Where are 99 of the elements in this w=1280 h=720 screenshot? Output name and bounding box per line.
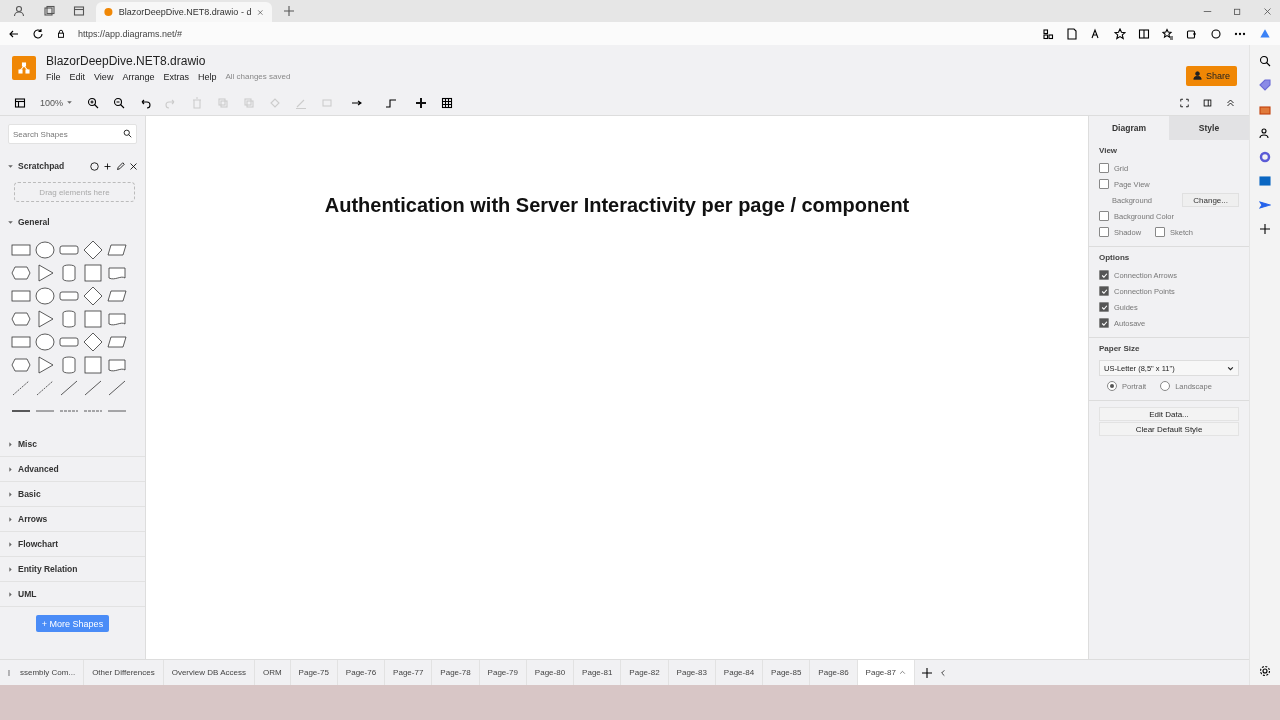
settings-icon[interactable]: [1259, 665, 1271, 677]
profile-icon[interactable]: [13, 5, 25, 17]
close-icon[interactable]: [129, 161, 138, 171]
section-header[interactable]: Arrows: [0, 507, 145, 532]
zoom-in-icon[interactable]: [87, 96, 100, 109]
section-title: Options: [1099, 253, 1131, 262]
checkbox[interactable]: [1099, 318, 1109, 328]
star-icon[interactable]: [1114, 27, 1126, 40]
caret-up-icon: [898, 669, 906, 676]
new-tab-icon[interactable]: [283, 5, 295, 17]
shape-icon[interactable]: [34, 331, 56, 353]
panel-tab[interactable]: Style: [1169, 116, 1249, 140]
menu-item[interactable]: Extras: [163, 71, 189, 82]
menu-item[interactable]: View: [94, 71, 114, 82]
format-panel-icon[interactable]: [1203, 96, 1212, 109]
search-icon[interactable]: [1259, 55, 1271, 67]
panel-button[interactable]: Edit Data...: [1099, 407, 1239, 421]
share-button[interactable]: Share: [1185, 65, 1237, 86]
people-icon[interactable]: [1259, 127, 1271, 139]
section-header[interactable]: Flowchart: [0, 532, 145, 557]
change-button[interactable]: Change...: [1182, 193, 1239, 207]
circle-logo-icon[interactable]: [1259, 151, 1271, 163]
caret-right-icon: [7, 440, 14, 448]
shape-icon[interactable]: [82, 285, 104, 307]
collections-icon[interactable]: [1186, 27, 1198, 40]
caret-right-icon: [7, 465, 14, 473]
caret-down-icon: [7, 218, 14, 226]
caret-right-icon: [7, 590, 14, 598]
shape-icon[interactable]: [82, 331, 104, 353]
checkbox[interactable]: [1099, 163, 1109, 173]
tag-icon[interactable]: [1259, 79, 1271, 91]
caret-right-icon: [7, 515, 14, 523]
file-title[interactable]: BlazorDeepDive.NET8.drawio: [46, 53, 291, 68]
zoom-dropdown[interactable]: 100%: [40, 97, 74, 108]
diagram-logo-icon: [104, 6, 113, 18]
address-field[interactable]: https://app.diagrams.net/#: [78, 28, 183, 39]
section-header[interactable]: Basic: [0, 482, 145, 507]
section-header[interactable]: UML: [0, 582, 145, 607]
zoom-out-icon[interactable]: [113, 96, 126, 109]
split-screen-icon[interactable]: [1138, 27, 1150, 40]
fullscreen-icon[interactable]: [1180, 96, 1189, 109]
scratchpad-header[interactable]: Scratchpad: [0, 154, 145, 178]
checkbox[interactable]: [1099, 286, 1109, 296]
add-icon[interactable]: [1259, 223, 1271, 235]
search-field[interactable]: Search Shapes: [8, 124, 137, 144]
section-title: Paper Size: [1099, 344, 1141, 353]
checkbox[interactable]: [1099, 211, 1109, 221]
edit-icon[interactable]: [116, 161, 125, 171]
lock-icon: [56, 28, 66, 39]
search-icon: [123, 129, 132, 138]
add-page-icon[interactable]: [920, 666, 933, 679]
restore-icon[interactable]: [1232, 6, 1242, 16]
menu-item[interactable]: Edit: [69, 71, 86, 82]
caret-right-icon: [7, 540, 14, 548]
insert-plus-icon[interactable]: [415, 96, 428, 109]
shape-icon[interactable]: [82, 239, 104, 261]
workspaces-icon[interactable]: [43, 5, 55, 17]
panel-button[interactable]: Clear Default Style: [1099, 422, 1239, 436]
menu-item[interactable]: Arrange: [122, 71, 155, 82]
section-header[interactable]: Misc: [0, 432, 145, 457]
apps-icon[interactable]: [1042, 27, 1054, 40]
send-icon[interactable]: [1259, 199, 1271, 211]
fill-color-icon[interactable]: [269, 96, 282, 109]
diagram-logo-icon: [18, 61, 30, 74]
mail-icon[interactable]: [1259, 175, 1271, 187]
favorites-icon[interactable]: [1162, 27, 1174, 40]
checkbox[interactable]: [1099, 179, 1109, 189]
section-header[interactable]: General: [0, 210, 145, 234]
caret-right-icon: [7, 565, 14, 573]
radio-button[interactable]: [1107, 381, 1117, 391]
table-icon[interactable]: [441, 96, 454, 109]
section-header[interactable]: Entity Relation: [0, 557, 145, 582]
tab-actions-icon[interactable]: [73, 5, 85, 17]
caret-down-icon: [7, 162, 14, 170]
browser-tab[interactable]: BlazorDeepDive.NET8.drawio - d: [96, 2, 272, 22]
document-icon[interactable]: [1066, 27, 1078, 40]
save-status: All changes saved: [225, 72, 291, 81]
page-tab[interactable]: Page-87: [857, 660, 915, 685]
shape-icon[interactable]: [34, 285, 56, 307]
checkbox[interactable]: [1099, 270, 1109, 280]
briefcase-icon[interactable]: [1259, 103, 1271, 115]
section-header[interactable]: Advanced: [0, 457, 145, 482]
person-icon: [1192, 71, 1202, 80]
caret-right-icon: [7, 490, 14, 498]
checkbox[interactable]: [1099, 227, 1109, 237]
plus-icon[interactable]: [103, 161, 112, 171]
reload-icon[interactable]: [32, 27, 44, 40]
chevron-down-icon: [1227, 364, 1234, 372]
menu-item[interactable]: File: [46, 71, 61, 82]
checkbox[interactable]: [1099, 302, 1109, 312]
diagram-heading: Authentication with Server Interactivity per page / component: [324, 194, 910, 217]
menu-item[interactable]: Help: [197, 71, 217, 82]
shape-icon[interactable]: [34, 239, 56, 261]
radio-button[interactable]: [1160, 381, 1171, 391]
panel-layout-icon[interactable]: [14, 96, 26, 109]
checkbox[interactable]: [1155, 227, 1166, 237]
section-title: View: [1099, 146, 1119, 155]
drop-area: Drag elements here: [14, 182, 135, 202]
caret-down-icon: [66, 99, 74, 106]
